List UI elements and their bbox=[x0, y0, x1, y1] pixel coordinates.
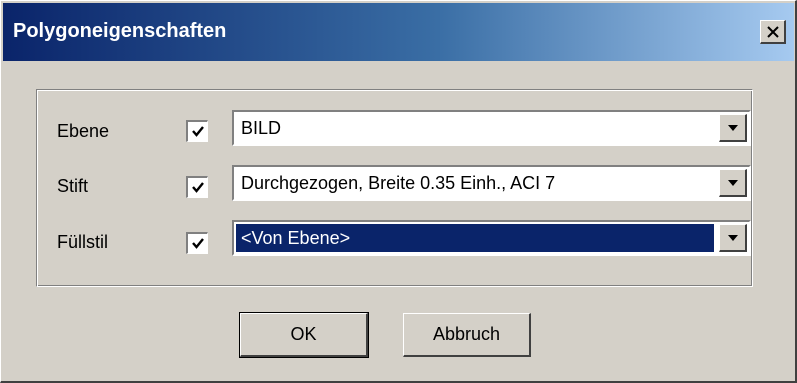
close-icon bbox=[767, 26, 779, 38]
close-button[interactable] bbox=[760, 20, 786, 44]
chevron-down-icon bbox=[728, 235, 738, 241]
polygon-properties-dialog: Polygoneigenschaften Ebene BILD Stift Du… bbox=[0, 0, 797, 383]
chevron-down-icon bbox=[728, 180, 738, 186]
ok-button[interactable]: OK bbox=[239, 312, 369, 358]
checkmark-icon bbox=[192, 126, 204, 137]
fill-style-checkbox[interactable] bbox=[186, 232, 208, 254]
fill-style-dropdown-button[interactable] bbox=[719, 224, 747, 252]
checkmark-icon bbox=[192, 182, 204, 193]
dialog-title: Polygoneigenschaften bbox=[13, 20, 227, 42]
cancel-button[interactable]: Abbruch bbox=[403, 313, 531, 357]
layer-dropdown-button[interactable] bbox=[719, 114, 747, 142]
pen-label: Stift bbox=[57, 176, 89, 196]
pen-dropdown-button[interactable] bbox=[719, 169, 747, 197]
layer-select[interactable]: BILD bbox=[232, 110, 751, 146]
fill-style-select[interactable]: <Von Ebene> bbox=[232, 220, 751, 256]
pen-select[interactable]: Durchgezogen, Breite 0.35 Einh., ACI 7 bbox=[232, 165, 751, 201]
layer-select-value: BILD bbox=[241, 118, 282, 138]
title-bar[interactable]: Polygoneigenschaften bbox=[3, 3, 794, 61]
fill-style-select-value: <Von Ebene> bbox=[236, 224, 714, 252]
pen-select-value: Durchgezogen, Breite 0.35 Einh., ACI 7 bbox=[241, 173, 556, 193]
chevron-down-icon bbox=[728, 125, 738, 131]
layer-checkbox[interactable] bbox=[186, 120, 208, 142]
pen-checkbox[interactable] bbox=[186, 176, 208, 198]
fill-style-label: Füllstil bbox=[57, 232, 109, 252]
checkmark-icon bbox=[192, 238, 204, 249]
layer-label: Ebene bbox=[57, 121, 110, 141]
